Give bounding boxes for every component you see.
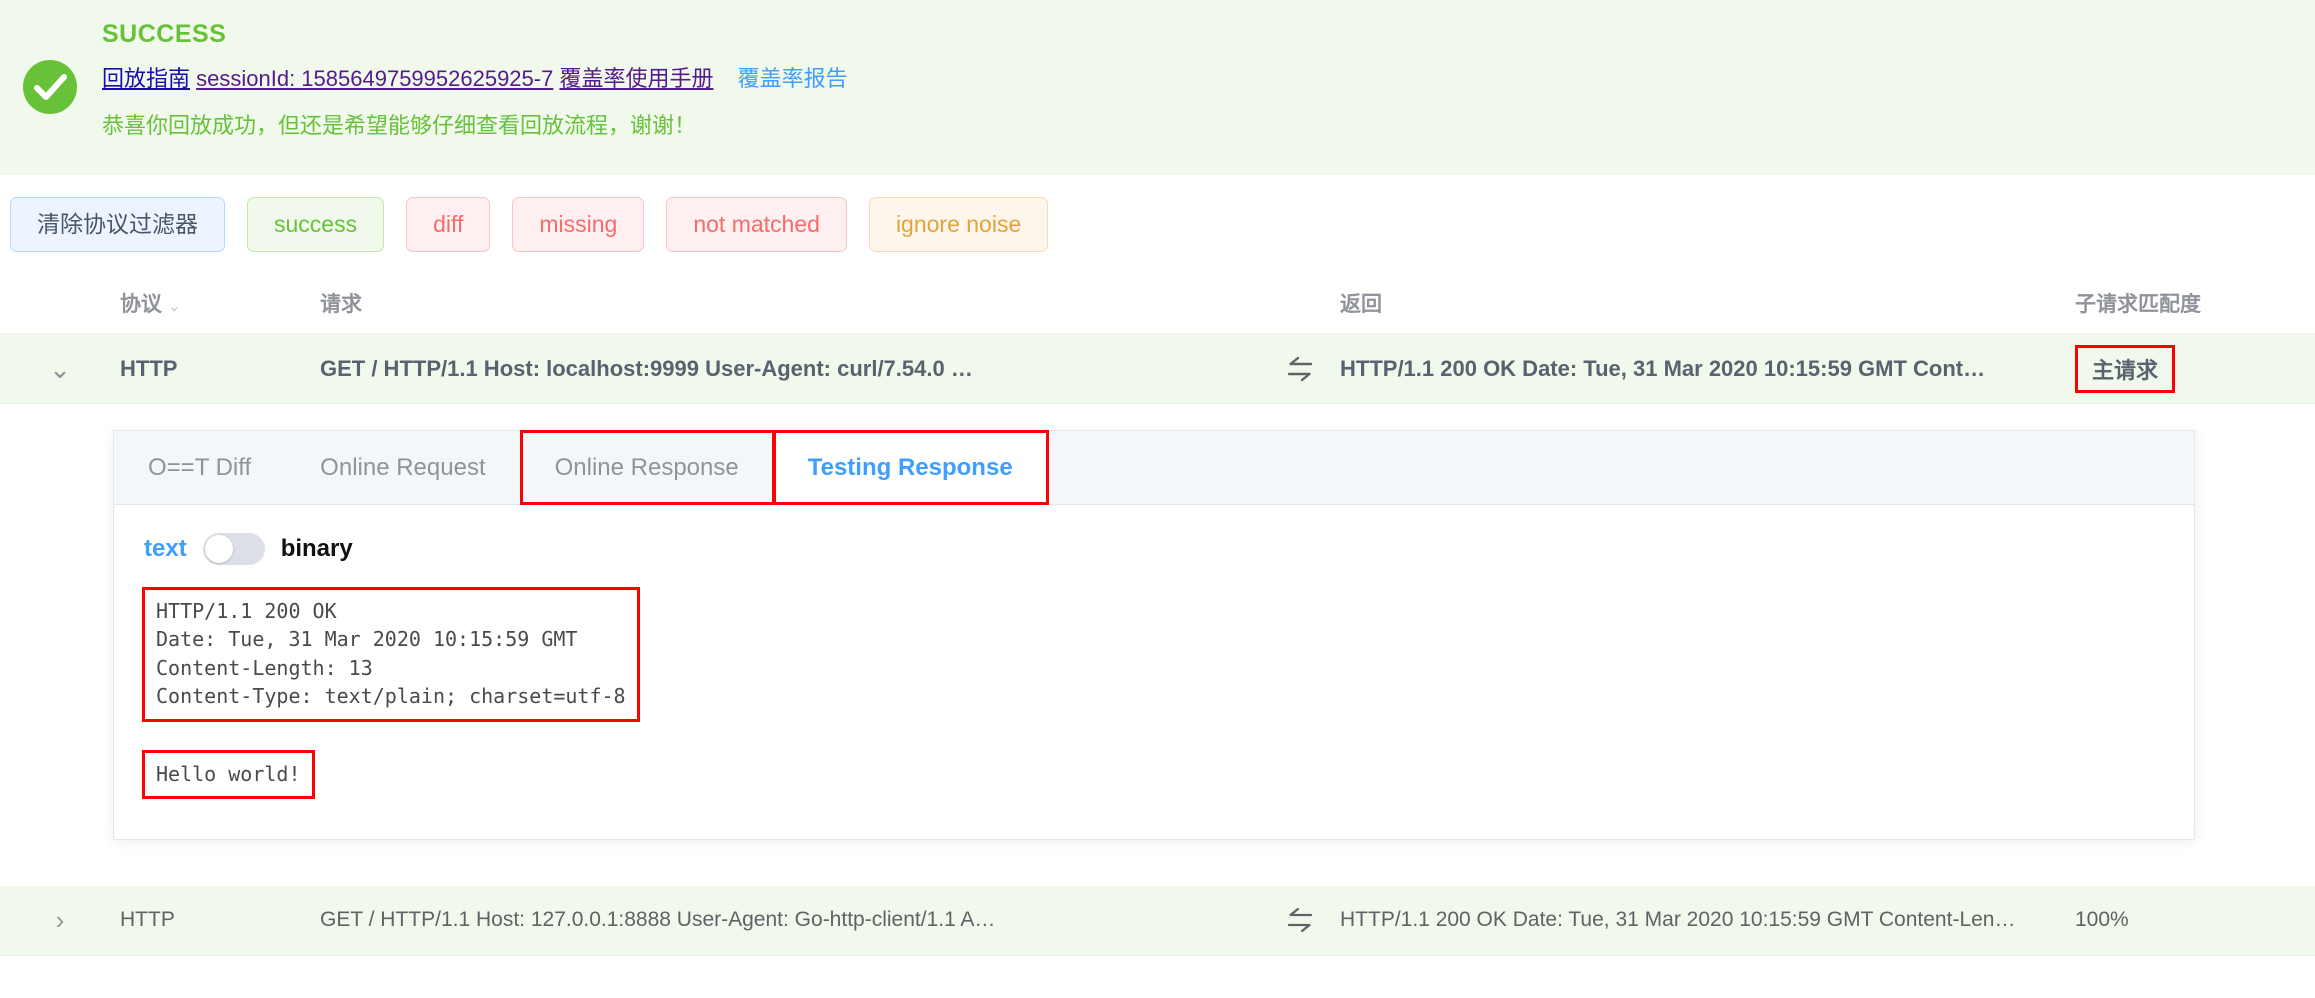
row-request: GET / HTTP/1.1 Host: 127.0.0.1:8888 User… bbox=[320, 908, 996, 932]
row-protocol: HTTP bbox=[120, 355, 178, 381]
swap-arrows-icon[interactable] bbox=[1260, 356, 1340, 382]
detail-body: text binary HTTP/1.1 200 OK Date: Tue, 3… bbox=[114, 505, 2194, 839]
row-match: 主请求 bbox=[2075, 344, 2315, 393]
response-body: Hello world! bbox=[142, 749, 315, 799]
column-header-response: 返回 bbox=[1340, 292, 1382, 316]
chevron-right-icon[interactable]: › bbox=[56, 907, 65, 933]
replay-guide-link[interactable]: 回放指南 bbox=[102, 66, 190, 91]
toggle-label-binary[interactable]: binary bbox=[281, 535, 353, 563]
row-expand-toggle[interactable]: › bbox=[0, 907, 120, 933]
filter-not-matched-button[interactable]: not matched bbox=[666, 197, 847, 252]
detail-card: O==T Diff Online Request Online Response… bbox=[113, 430, 2195, 840]
column-header-match: 子请求匹配度 bbox=[2075, 292, 2201, 316]
status-title: SUCCESS bbox=[102, 20, 227, 48]
tab-testing-response[interactable]: Testing Response bbox=[772, 430, 1049, 505]
column-header-protocol[interactable]: 协议 ⌄ bbox=[120, 288, 320, 318]
tab-o-equals-t-diff[interactable]: O==T Diff bbox=[114, 431, 286, 504]
table-row[interactable]: › HTTP GET / HTTP/1.1 Host: 127.0.0.1:88… bbox=[0, 885, 2315, 956]
column-header-protocol-label: 协议 bbox=[120, 292, 162, 316]
column-header-request: 请求 bbox=[320, 292, 362, 316]
response-body-container: Hello world! bbox=[142, 749, 2168, 799]
success-banner: SUCCESS 回放指南 sessionId: 1585649759952625… bbox=[0, 0, 2315, 175]
swap-arrows-icon[interactable] bbox=[1260, 907, 1340, 933]
filter-ignore-noise-button[interactable]: ignore noise bbox=[868, 197, 1049, 252]
tab-online-response[interactable]: Online Response bbox=[519, 430, 775, 505]
filter-success-button[interactable]: success bbox=[247, 197, 385, 252]
check-circle-icon bbox=[23, 60, 77, 114]
row-expand-toggle[interactable]: ⌄ bbox=[0, 356, 120, 382]
row-detail-panel: O==T Diff Online Request Online Response… bbox=[0, 404, 2315, 886]
row-response: HTTP/1.1 200 OK Date: Tue, 31 Mar 2020 1… bbox=[1340, 908, 2016, 932]
banner-icon-wrap bbox=[0, 20, 100, 114]
row-match: 100% bbox=[2075, 908, 2315, 932]
detail-tabbar: O==T Diff Online Request Online Response… bbox=[114, 430, 2194, 505]
banner-body: SUCCESS 回放指南 sessionId: 1585649759952625… bbox=[100, 20, 2315, 140]
tabbar-filler bbox=[1047, 431, 2194, 504]
filter-missing-button[interactable]: missing bbox=[512, 197, 645, 252]
toggle-label-text[interactable]: text bbox=[144, 535, 187, 563]
row-request: GET / HTTP/1.1 Host: localhost:9999 User… bbox=[320, 355, 973, 381]
table-row[interactable]: ⌄ HTTP GET / HTTP/1.1 Host: localhost:99… bbox=[0, 334, 2315, 404]
sort-caret-icon[interactable]: ⌄ bbox=[168, 298, 181, 315]
response-headers-container: HTTP/1.1 200 OK Date: Tue, 31 Mar 2020 1… bbox=[142, 587, 2168, 722]
switch-knob bbox=[204, 535, 233, 563]
protocol-filter-bar: 清除协议过滤器 success diff missing not matched… bbox=[0, 175, 2315, 272]
table-header-row: 协议 ⌄ 请求 返回 子请求匹配度 bbox=[0, 272, 2315, 334]
banner-message: 恭喜你回放成功，但还是希望能够仔细查看回放流程，谢谢！ bbox=[102, 112, 697, 138]
clear-protocol-filter-button[interactable]: 清除协议过滤器 bbox=[10, 197, 225, 252]
match-percentage: 100% bbox=[2075, 908, 2129, 932]
coverage-manual-link[interactable]: 覆盖率使用手册 bbox=[559, 66, 713, 91]
status-badge: 主请求 bbox=[2075, 344, 2176, 393]
text-binary-toggle-row: text binary bbox=[144, 533, 2168, 565]
tab-online-request[interactable]: Online Request bbox=[286, 431, 520, 504]
filter-diff-button[interactable]: diff bbox=[406, 197, 491, 252]
replay-table: 协议 ⌄ 请求 返回 子请求匹配度 ⌄ HTTP GET / HTTP/1.1 H… bbox=[0, 272, 2315, 956]
response-headers: HTTP/1.1 200 OK Date: Tue, 31 Mar 2020 1… bbox=[142, 587, 640, 722]
row-protocol: HTTP bbox=[120, 908, 175, 932]
text-binary-switch[interactable] bbox=[202, 533, 265, 565]
banner-links: 回放指南 sessionId: 1585649759952625925-7 覆盖… bbox=[102, 65, 2315, 94]
coverage-report-link[interactable]: 覆盖率报告 bbox=[738, 66, 848, 91]
chevron-down-icon[interactable]: ⌄ bbox=[49, 356, 71, 382]
row-response: HTTP/1.1 200 OK Date: Tue, 31 Mar 2020 1… bbox=[1340, 355, 1986, 381]
session-id-link[interactable]: sessionId: 1585649759952625925-7 bbox=[196, 66, 553, 91]
